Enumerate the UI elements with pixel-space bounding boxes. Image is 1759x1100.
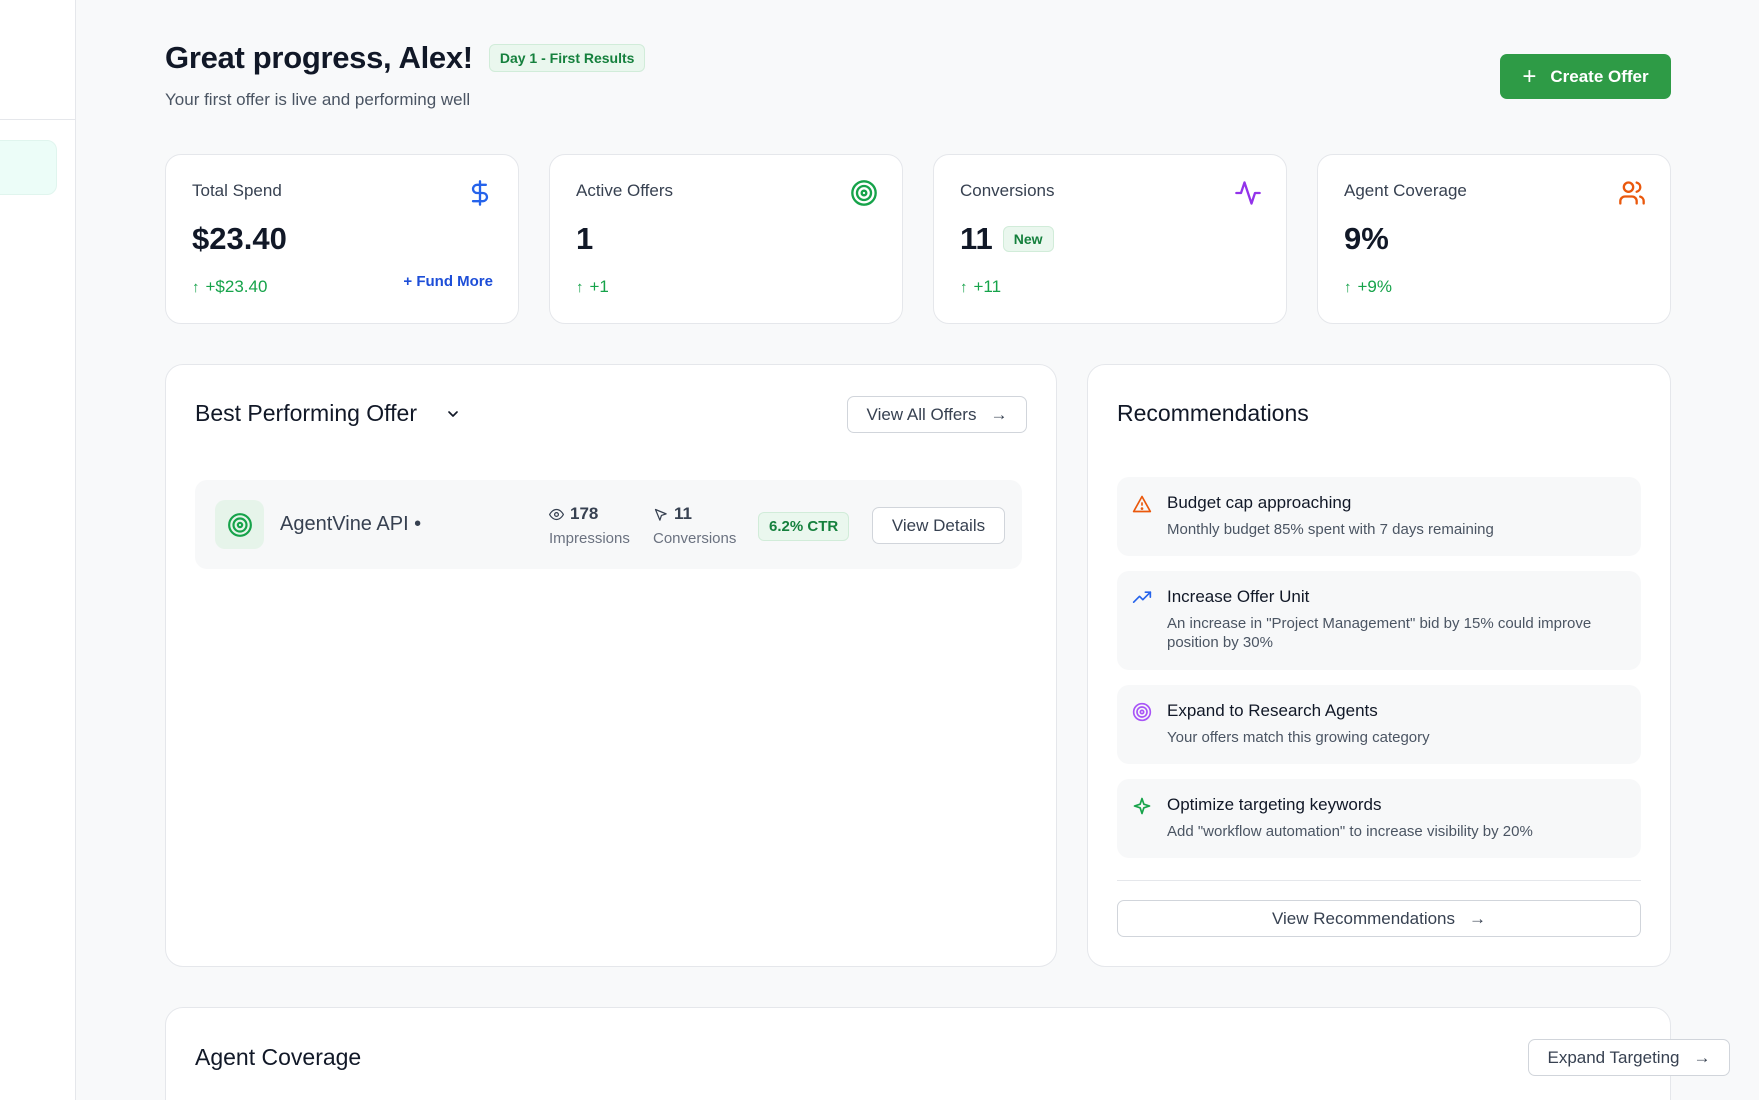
stat-delta: ↑ +1 [576, 277, 876, 297]
offer-name: AgentVine API • [280, 513, 422, 535]
stat-delta-value: +$23.40 [205, 277, 268, 296]
recommendations-panel: Recommendations Budget cap approaching M… [1087, 364, 1671, 967]
rec-title: Expand to Research Agents [1167, 701, 1378, 720]
arrow-right-icon: → [1693, 1047, 1711, 1067]
sidebar [0, 0, 76, 1100]
stat-card-agent-coverage: Agent Coverage 9% ↑ +9% [1317, 154, 1671, 324]
offer-icon [215, 500, 264, 549]
stat-card-total-spend: Total Spend $23.40 ↑ +$23.40 + Fund More [165, 154, 519, 324]
plus-icon: + [1522, 62, 1537, 90]
view-recommendations-label: View Recommendations [1272, 908, 1455, 928]
target-icon [851, 180, 877, 206]
view-all-offers-label: View All Offers [866, 404, 977, 424]
create-offer-button[interactable]: + Create Offer [1500, 54, 1671, 99]
stat-delta: ↑ +11 [960, 277, 1260, 297]
stat-value: 9% [1344, 221, 1389, 256]
dollar-icon [471, 180, 489, 206]
sidebar-divider [0, 119, 76, 120]
view-recommendations-button[interactable]: View Recommendations → [1117, 900, 1641, 937]
users-icon [1619, 181, 1645, 205]
page-title: Great progress, Alex! [165, 40, 473, 75]
activity-icon [1235, 181, 1261, 205]
impressions-value: 178 [570, 504, 599, 523]
conversions-metric: 11 Conversions [653, 504, 736, 547]
day-badge: Day 1 - First Results [488, 44, 646, 72]
warning-icon [1132, 495, 1152, 513]
stat-label: Conversions [960, 181, 1055, 200]
stat-delta: ↑ +9% [1344, 277, 1644, 297]
rec-title: Budget cap approaching [1167, 493, 1352, 512]
rec-desc: Add "workflow automation" to increase vi… [1167, 823, 1533, 840]
stat-card-active-offers: Active Offers 1 ↑ +1 [549, 154, 903, 324]
stat-value: $23.40 [192, 221, 287, 256]
page-subtitle: Your first offer is live and performing … [165, 90, 471, 109]
create-offer-label: Create Offer [1550, 66, 1649, 86]
rec-title: Increase Offer Unit [1167, 587, 1310, 606]
stat-delta-value: +1 [589, 277, 609, 296]
view-details-button[interactable]: View Details [872, 507, 1005, 544]
cursor-click-icon [654, 508, 667, 521]
expand-targeting-label: Expand Targeting [1547, 1047, 1680, 1067]
agent-coverage-title: Agent Coverage [195, 1044, 362, 1070]
stat-value: 1 [576, 221, 594, 256]
new-badge: New [1002, 226, 1054, 252]
fund-more-link[interactable]: + Fund More [403, 273, 493, 290]
rec-title: Optimize targeting keywords [1167, 795, 1382, 814]
arrow-up-icon: ↑ [192, 278, 200, 296]
page-header: Great progress, Alex! Day 1 - First Resu… [165, 40, 646, 110]
rec-desc: An increase in "Project Management" bid … [1167, 615, 1592, 651]
impressions-metric: 178 Impressions [549, 504, 630, 547]
impressions-label: Impressions [549, 530, 630, 547]
arrow-right-icon: → [1469, 908, 1486, 928]
arrow-up-icon: ↑ [1344, 278, 1352, 296]
conversions-value: 11 [674, 504, 692, 523]
trending-up-icon [1132, 591, 1152, 603]
rec-divider [1117, 880, 1641, 881]
ctr-badge: 6.2% CTR [758, 512, 850, 541]
expand-targeting-button[interactable]: Expand Targeting → [1528, 1039, 1730, 1076]
stat-card-conversions: Conversions 11 New ↑ +11 [933, 154, 1287, 324]
recommendations-title: Recommendations [1117, 400, 1309, 426]
conversions-label: Conversions [653, 530, 737, 547]
stat-label: Total Spend [192, 181, 282, 200]
chevron-down-icon[interactable] [445, 406, 461, 422]
rec-item-expand-research[interactable]: Expand to Research Agents Your offers ma… [1117, 685, 1641, 764]
stat-label: Agent Coverage [1344, 181, 1467, 200]
sidebar-active-item[interactable] [0, 140, 57, 195]
best-offer-title: Best Performing Offer [195, 400, 417, 426]
arrow-up-icon: ↑ [960, 278, 968, 296]
rec-desc: Monthly budget 85% spent with 7 days rem… [1167, 521, 1494, 538]
arrow-up-icon: ↑ [576, 278, 584, 296]
rec-item-increase-offer[interactable]: Increase Offer Unit An increase in "Proj… [1117, 571, 1641, 670]
rec-desc: Your offers match this growing category [1167, 729, 1430, 746]
stat-value: 11 [960, 221, 993, 256]
best-offer-panel: Best Performing Offer View All Offers → … [165, 364, 1057, 967]
eye-icon [549, 508, 564, 520]
sparkle-icon [1133, 797, 1151, 815]
stat-delta-value: +11 [973, 277, 1002, 296]
target-icon [227, 512, 252, 537]
arrow-right-icon: → [990, 404, 1008, 424]
stat-label: Active Offers [576, 181, 673, 200]
target-icon [1132, 702, 1152, 722]
offer-row[interactable]: AgentVine API • 178 Impressions 11 Conve… [195, 480, 1022, 569]
main-content: Great progress, Alex! Day 1 - First Resu… [76, 0, 1759, 1100]
best-offer-title-row[interactable]: Best Performing Offer [195, 400, 461, 427]
view-all-offers-button[interactable]: View All Offers → [847, 396, 1027, 433]
rec-item-budget[interactable]: Budget cap approaching Monthly budget 85… [1117, 477, 1641, 556]
stat-delta-value: +9% [1357, 277, 1393, 296]
agent-coverage-panel: Agent Coverage Expand Targeting → [165, 1007, 1730, 1100]
rec-item-optimize-keywords[interactable]: Optimize targeting keywords Add "workflo… [1117, 779, 1641, 858]
